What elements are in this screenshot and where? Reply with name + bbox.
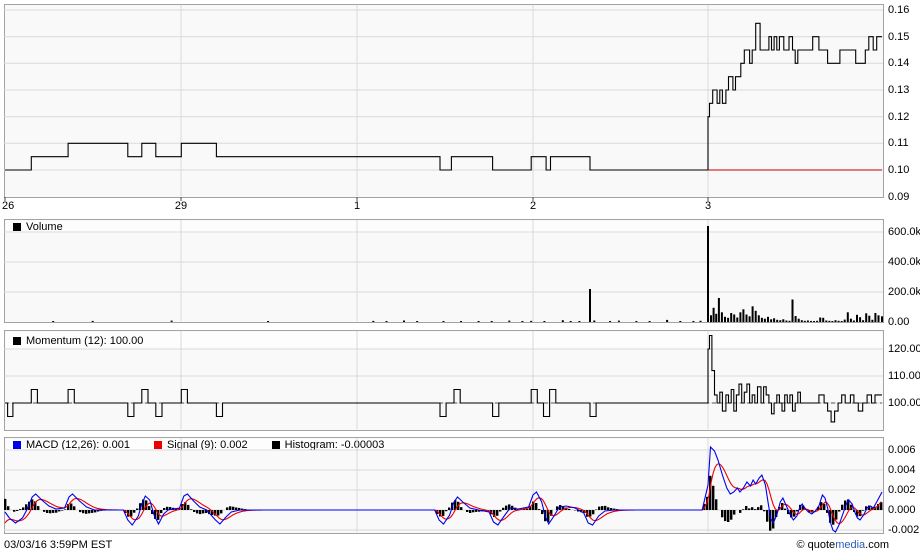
macd-swatch-icon (13, 441, 21, 449)
credit-prefix: © quote (796, 539, 836, 551)
y-axis-label: 600.0k (888, 226, 920, 238)
y-axis-label: 0.006 (888, 444, 916, 456)
stock-chart-page: Volume Momentum (12): 100.00 MACD (12,26… (0, 0, 920, 558)
signal-legend-item: Signal (9): 0.002 (153, 439, 248, 451)
quotemedia-credit-link[interactable]: © quotemedia.com (796, 539, 889, 551)
momentum-legend-item: Momentum (12): 100.00 (13, 335, 143, 347)
y-axis-label: 120.00 (888, 343, 920, 355)
y-axis-label: 0.00 (888, 316, 910, 328)
y-axis-label: -0.002 (888, 524, 920, 536)
x-axis-label: 3 (704, 200, 712, 212)
y-axis-label: 0.004 (888, 464, 916, 476)
histogram-legend-label: Histogram: -0.00003 (284, 439, 385, 451)
credit-suffix: .com (865, 539, 889, 551)
volume-legend-item: Volume (13, 221, 63, 233)
macd-panel: MACD (12,26): 0.001 Signal (9): 0.002 Hi… (4, 437, 884, 534)
y-axis-label: 0.002 (888, 484, 916, 496)
histogram-legend-item: Histogram: -0.00003 (271, 439, 385, 451)
price-panel (4, 4, 884, 198)
y-axis-label: 0.12 (888, 111, 910, 123)
volume-legend-label: Volume (26, 221, 63, 233)
x-axis-label: 1 (353, 200, 361, 212)
x-axis-label: 29 (174, 200, 188, 212)
y-axis-label: 100.00 (888, 397, 920, 409)
y-axis-label: 0.15 (888, 31, 910, 43)
y-axis-label: 200.0k (888, 286, 920, 298)
momentum-legend-label: Momentum (12): 100.00 (26, 334, 144, 347)
y-axis-label: 0.09 (888, 191, 910, 203)
y-axis-label: 110.00 (888, 370, 920, 382)
momentum-panel: Momentum (12): 100.00 (4, 330, 884, 431)
macd-legend-item: MACD (12,26): 0.001 (13, 439, 130, 451)
credit-media: media (835, 539, 866, 551)
histogram-swatch-icon (271, 441, 280, 449)
momentum-legend: Momentum (12): 100.00 (6, 332, 882, 349)
macd-legend: MACD (12,26): 0.001 Signal (9): 0.002 Hi… (6, 439, 882, 451)
y-axis-label: 0.14 (888, 57, 910, 69)
y-axis-label: 0.13 (888, 84, 910, 96)
x-axis-label: 26 (2, 200, 15, 212)
signal-legend-label: Signal (9): 0.002 (166, 439, 248, 451)
y-axis-label: 0.10 (888, 164, 910, 176)
momentum-swatch-icon (13, 336, 21, 345)
x-axis-label: 2 (529, 200, 537, 212)
y-axis-label: 0.16 (888, 4, 910, 16)
volume-panel: Volume (4, 219, 884, 323)
y-axis-label: 400.0k (888, 256, 920, 268)
macd-legend-label: MACD (12,26): 0.001 (26, 439, 130, 451)
chart-timestamp: 03/03/16 3:59PM EST (4, 539, 113, 551)
volume-swatch-icon (13, 223, 21, 231)
y-axis-label: 0.000 (888, 504, 916, 516)
signal-swatch-icon (153, 441, 162, 449)
y-axis-label: 0.11 (888, 137, 909, 149)
volume-legend: Volume (6, 221, 882, 233)
